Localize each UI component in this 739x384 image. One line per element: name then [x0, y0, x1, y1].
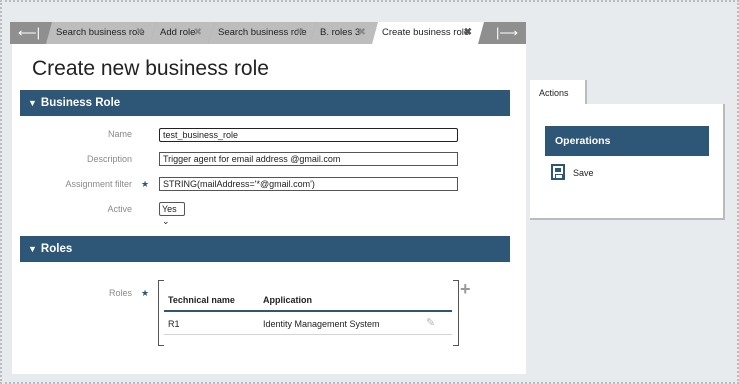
arrow-right-icon[interactable]: |⟶: [488, 22, 526, 44]
table-bracket-right: [453, 280, 459, 346]
table-row-divider: [164, 334, 452, 335]
tab-label: Add role: [160, 27, 196, 38]
name-label: Name: [107, 129, 132, 139]
save-button[interactable]: Save: [573, 168, 594, 178]
cell-technical-name: R1: [168, 319, 180, 329]
section-title: Business Role: [40, 97, 121, 109]
table-header-divider: [164, 310, 452, 312]
close-icon[interactable]: ✖: [194, 22, 202, 44]
tab-label: Search business role: [218, 27, 307, 38]
active-label: Active: [107, 204, 132, 214]
caret-down-icon: ▼: [28, 98, 37, 108]
tab-label: Search business role: [56, 27, 145, 38]
description-label: Description: [86, 154, 132, 164]
close-icon[interactable]: ✖: [464, 22, 472, 44]
operations-header: Operations: [545, 126, 709, 156]
arrow-left-icon[interactable]: ⟵|: [12, 22, 46, 44]
required-star-icon: ★: [141, 179, 150, 189]
page-title: Create new business role: [32, 57, 269, 80]
close-icon[interactable]: ✖: [358, 22, 366, 44]
column-header-technical-name: Technical name: [168, 295, 235, 305]
actions-panel: Operations Save: [530, 104, 725, 220]
close-icon[interactable]: ✖: [136, 22, 144, 44]
chevron-down-icon: ⌄: [162, 216, 170, 226]
pencil-icon[interactable]: ✎: [426, 316, 435, 329]
roles-label: Roles: [108, 288, 132, 298]
tab-label: B. roles 3: [320, 27, 361, 38]
assignment-filter-label: Assignment filter: [65, 179, 132, 189]
active-select-value: Yes: [162, 204, 177, 214]
assignment-filter-field[interactable]: STRING(mailAddress='*@gmail.com'): [159, 177, 458, 191]
required-star-icon: ★: [141, 288, 150, 298]
cell-application: Identity Management System: [263, 319, 380, 329]
tab-actions[interactable]: Actions: [530, 80, 587, 104]
tab-add-role[interactable]: Add role ✖: [150, 22, 214, 44]
save-icon[interactable]: [551, 164, 565, 180]
close-icon[interactable]: ✖: [296, 22, 304, 44]
business-role-section-header[interactable]: ▼ Business Role: [20, 90, 510, 116]
main-panel: Create new business role ▼ Business Role …: [12, 44, 526, 374]
table-bracket-left: [158, 280, 164, 346]
section-title: Roles: [40, 243, 73, 255]
add-role-icon[interactable]: +: [460, 280, 471, 298]
column-header-application: Application: [263, 295, 312, 305]
name-field[interactable]: test_business_role: [159, 128, 458, 142]
roles-section-header[interactable]: ▼ Roles: [20, 236, 510, 262]
tab-search-business-role-1[interactable]: Search business role ✖: [46, 22, 156, 44]
caret-down-icon: ▼: [28, 244, 37, 254]
active-select[interactable]: Yes ⌄: [159, 202, 185, 226]
description-field[interactable]: Trigger agent for email address @gmail.c…: [159, 152, 458, 166]
tab-label: Create business role: [382, 27, 470, 38]
tab-b-roles-3[interactable]: B. roles 3 ✖: [310, 22, 378, 44]
tab-create-business-role[interactable]: Create business role ✖: [372, 22, 484, 44]
tab-search-business-role-2[interactable]: Search business role ✖: [208, 22, 316, 44]
